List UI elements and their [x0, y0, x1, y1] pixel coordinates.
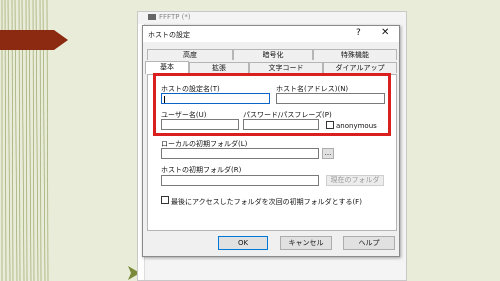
host-folder-input[interactable] [161, 175, 319, 186]
tab-special[interactable]: 特殊機能 [313, 49, 397, 60]
highlight-frame [153, 73, 391, 136]
tab-encryption[interactable]: 暗号化 [233, 49, 313, 60]
tab-charset[interactable]: 文字コード [249, 62, 323, 73]
help-icon[interactable]: ? [356, 28, 361, 38]
host-folder-label: ホストの初期フォルダ(R) [161, 166, 242, 174]
current-folder-button[interactable]: 現在のフォルダ [326, 175, 384, 186]
slide-arrow-shape [0, 30, 68, 50]
background-title-text: FFFTP (*) [159, 13, 191, 21]
tab-advanced[interactable]: 高度 [147, 49, 233, 60]
dialog-title: ホストの設定 [148, 31, 190, 39]
last-folder-checkbox[interactable] [161, 196, 169, 204]
last-folder-label: 最後にアクセスしたフォルダを次回の初期フォルダとする(F) [171, 198, 362, 206]
tab-extended[interactable]: 拡張 [189, 62, 249, 73]
local-folder-input[interactable] [161, 148, 319, 159]
tab-dialup[interactable]: ダイアルアップ [323, 62, 397, 73]
dialog-titlebar: ホストの設定 ? ✕ [143, 26, 399, 42]
browse-folder-button[interactable]: ... [322, 148, 334, 159]
background-window-title: FFFTP (*) [148, 13, 191, 21]
host-settings-dialog: ホストの設定 ? ✕ 高度 暗号化 特殊機能 基本 拡張 文字コード ダイアルア… [142, 25, 400, 257]
help-button[interactable]: ヘルプ [343, 236, 395, 250]
close-icon[interactable]: ✕ [381, 27, 389, 38]
cancel-button[interactable]: キャンセル [280, 236, 332, 250]
ok-button[interactable]: OK [218, 236, 268, 250]
app-icon [148, 14, 156, 20]
